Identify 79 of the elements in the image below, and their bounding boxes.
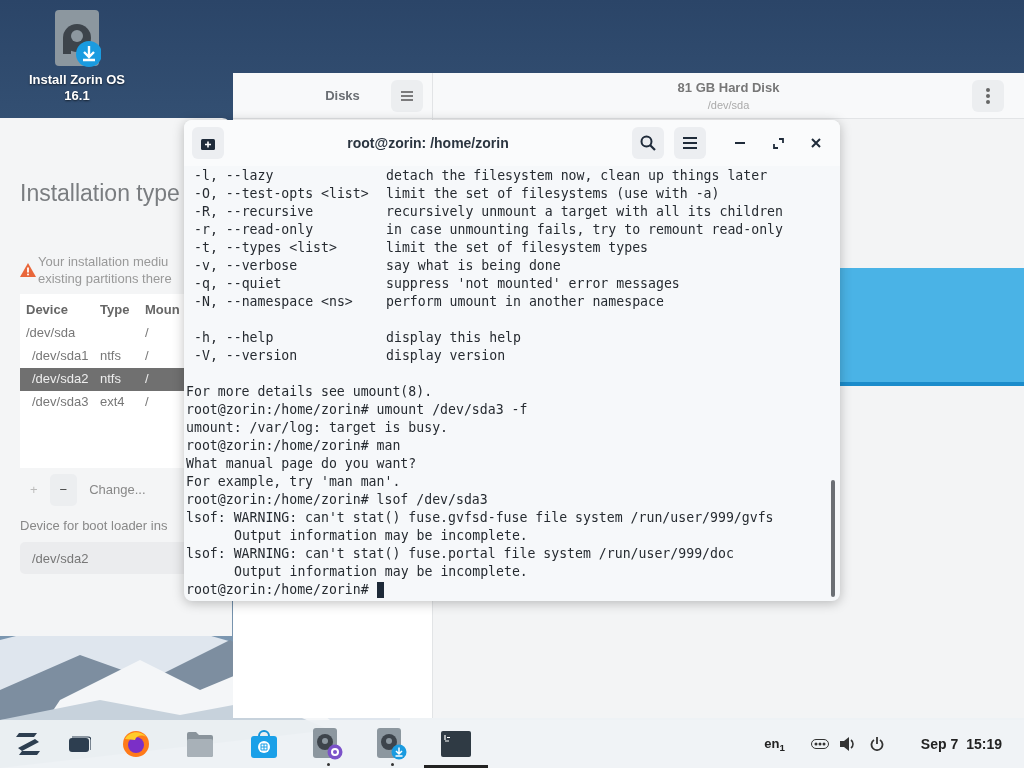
table-row[interactable]: /dev/sda3 ext4 /	[20, 390, 184, 414]
disk-download-icon	[377, 728, 407, 760]
column-header: Moun	[145, 300, 181, 319]
option-description: in case unmounting fails, try to remount read-only	[386, 221, 783, 239]
terminal-line: lsof: WARNING: can't stat() fuse.gvfsd-fuse file system /run/user/999/gvfs	[186, 509, 774, 527]
kebab-icon	[986, 88, 990, 104]
sidebar-title: Disks	[325, 86, 360, 105]
power-icon	[869, 737, 884, 751]
close-icon	[811, 138, 821, 148]
terminal-line: root@zorin:/home/zorin# lsof /dev/sda3	[186, 491, 488, 509]
terminal-line: lsof: WARNING: can't stat() fuse.portal file system /run/user/999/doc	[186, 545, 734, 563]
terminal-line: root@zorin:/home/zorin# umount /dev/sda3 -f	[186, 401, 528, 419]
terminal-line: Output information may be incomplete.	[234, 527, 528, 545]
option-description: limit the set of filesystem types	[386, 239, 648, 257]
option-description: display this help	[386, 329, 521, 347]
option-description: limit the set of filesystems (use with -a)	[386, 185, 720, 203]
table-row[interactable]: /dev/sda /	[20, 321, 184, 345]
start-menu-icon	[15, 733, 41, 755]
menu-icon	[401, 91, 413, 101]
table-row[interactable]: /dev/sda2 ntfs /	[20, 367, 184, 391]
store-bag-icon	[251, 730, 277, 758]
disk-path: /dev/sda	[707, 98, 750, 113]
field-label: Device for boot loader ins	[20, 516, 169, 535]
menu-icon	[683, 137, 697, 149]
window-title: root@zorin: /home/zorin	[346, 133, 510, 153]
disk-gear-icon	[313, 728, 343, 760]
volume-icon	[839, 737, 856, 751]
option-text: -r, --read-only	[194, 221, 315, 239]
clock-button[interactable]: Sep 7 15:19	[920, 720, 1002, 768]
scroll-bar[interactable]	[831, 480, 835, 597]
icon-label[interactable]: Install Zorin OS 16.1	[21, 72, 133, 104]
option-text: -h, --help	[194, 329, 275, 347]
option-text: -q, --quiet	[194, 275, 283, 293]
terminal-prompt: root@zorin:/home/zorin#	[186, 581, 369, 599]
option-description: detach the filesystem now, clean up things later	[386, 167, 768, 185]
maximize-icon	[772, 137, 784, 149]
option-text: -t, --types <list>	[194, 239, 338, 257]
new-tab-icon	[201, 136, 215, 150]
search-button[interactable]	[632, 127, 664, 159]
option-description: display version	[386, 347, 506, 365]
option-description: perform umount in another namespace	[386, 293, 664, 311]
terminal-icon	[441, 731, 471, 757]
window-icon	[69, 736, 91, 752]
search-icon	[640, 135, 656, 151]
terminal-line: Output information may be incomplete.	[234, 563, 528, 581]
new-tab-button[interactable]	[192, 127, 224, 159]
option-text: -N, --namespace <ns>	[194, 293, 354, 311]
disk-download-icon[interactable]	[53, 10, 101, 68]
minimize-icon	[735, 142, 745, 144]
connection-icon	[810, 739, 829, 749]
more-button[interactable]	[972, 80, 1004, 112]
terminal-line: What manual page do you want?	[186, 455, 417, 473]
warning-icon	[20, 262, 36, 277]
boot-loader-field[interactable]: /dev/sda2	[20, 542, 184, 574]
option-description: recursively unmount a target with all its children	[386, 203, 783, 221]
warning-text: Your installation mediu existing partitions there	[38, 252, 172, 287]
option-description: suppress 'not mounted' error messages	[386, 275, 680, 293]
terminal-line: root@zorin:/home/zorin# man	[186, 437, 401, 455]
option-text: -V, --version	[194, 347, 299, 365]
change-button[interactable]: Change...	[79, 473, 156, 506]
keyboard-layout[interactable]: en$_{1}$	[764, 734, 785, 754]
terminal-line: umount: /var/log: target is busy.	[186, 419, 448, 437]
option-text: -v, --verbose	[194, 257, 299, 275]
page-title: Installation type	[20, 179, 180, 208]
table-row[interactable]: /dev/sda1 ntfs /	[20, 344, 184, 368]
option-text: -l, --lazy	[194, 167, 275, 185]
text-cursor	[376, 582, 384, 598]
terminal-line: For more details see umount(8).	[186, 383, 433, 401]
disk-title: 81 GB Hard Disk	[677, 78, 780, 97]
folder-icon	[186, 731, 214, 757]
option-text: -O, --test-opts <list>	[194, 185, 370, 203]
column-header: Device	[25, 300, 69, 319]
browser-icon	[122, 730, 150, 758]
menu-button[interactable]	[674, 127, 706, 159]
option-text: -R, --recursive	[194, 203, 315, 221]
column-header: Type	[100, 300, 131, 319]
option-description: say what is being done	[386, 257, 561, 275]
remove-button[interactable]: −	[49, 473, 78, 506]
terminal-line: For example, try 'man man'.	[186, 473, 401, 491]
